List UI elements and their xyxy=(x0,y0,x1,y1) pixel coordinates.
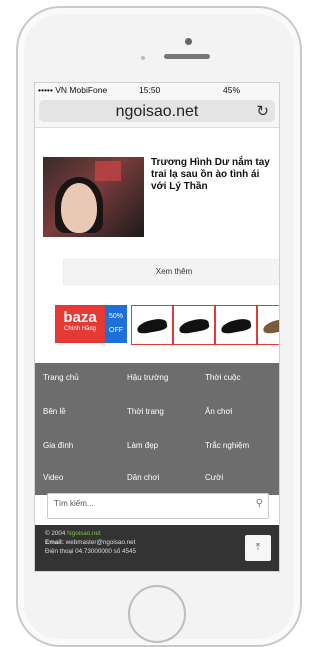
site-footer: © 2004 Ngoisao.net Email: webmaster@ngoi… xyxy=(35,525,279,571)
email-value[interactable]: webmaster@ngoisao.net xyxy=(66,539,136,546)
article-headline[interactable]: Trương Hình Dư nắm tay trai lạ sau ồn ào… xyxy=(151,157,275,193)
nav-item[interactable]: Bên lề xyxy=(43,407,66,416)
shoe-image xyxy=(173,305,215,345)
category-nav: Trang chủ Hậu trường Thời cuộc Bên lề Th… xyxy=(35,363,279,495)
article-thumbnail[interactable] xyxy=(43,157,144,237)
nav-item[interactable]: Trắc nghiệm xyxy=(205,441,249,450)
nav-item[interactable]: Video xyxy=(43,473,63,482)
nav-item[interactable]: Cười xyxy=(205,473,223,482)
nav-item[interactable]: Thời cuộc xyxy=(205,373,240,382)
proximity-sensor xyxy=(141,56,145,60)
nav-item[interactable]: Thời trang xyxy=(127,407,164,416)
home-button[interactable] xyxy=(128,585,186,643)
footer-site-link[interactable]: Ngoisao.net xyxy=(67,530,101,537)
earpiece-speaker xyxy=(164,54,210,59)
email-label: Email: xyxy=(45,539,64,546)
nav-item[interactable]: Ăn chơi xyxy=(205,407,232,416)
battery-percent: 45% xyxy=(223,85,241,95)
scroll-to-top-icon[interactable]: ⤒ xyxy=(245,535,271,561)
carrier-label: ••••• VN MobiFone xyxy=(38,85,108,95)
shoe-image xyxy=(257,305,279,345)
shoe-image xyxy=(215,305,257,345)
browser-toolbar: ngoisao.net ↻ xyxy=(35,97,279,128)
status-time: 15:50 xyxy=(139,85,161,95)
nav-item[interactable]: Làm đẹp xyxy=(127,441,158,450)
nav-item[interactable]: Dân chơi xyxy=(127,473,159,482)
copyright-text: © 2004 xyxy=(45,530,66,537)
status-bar: ••••• VN MobiFone 15:50 45% xyxy=(35,83,279,97)
search-box[interactable]: Tìm kiếm... ⚲ xyxy=(47,493,269,519)
shoe-image xyxy=(131,305,173,345)
nav-item[interactable]: Trang chủ xyxy=(43,373,79,382)
url-field[interactable]: ngoisao.net ↻ xyxy=(39,100,275,122)
ad-banner[interactable]: baza Chính Hãng 50% OFF xyxy=(55,305,279,345)
nav-item[interactable]: Hậu trường xyxy=(127,373,168,382)
baza-logo: baza Chính Hãng xyxy=(55,305,105,343)
url-text: ngoisao.net xyxy=(115,103,199,120)
nav-item[interactable]: Gia đình xyxy=(43,441,73,450)
reload-icon[interactable]: ↻ xyxy=(256,102,269,120)
search-icon[interactable]: ⚲ xyxy=(256,498,263,509)
article-card[interactable]: Trương Hình Dư nắm tay trai lạ sau ồn ào… xyxy=(43,157,273,239)
search-input[interactable]: Tìm kiếm... xyxy=(54,499,94,508)
front-camera xyxy=(185,38,192,45)
see-more-button[interactable]: Xem thêm xyxy=(63,259,279,285)
discount-badge: 50% OFF xyxy=(105,305,127,343)
phone-line: Điện thoại 04.73000000 số 4545 xyxy=(45,548,137,555)
phone-screen: ••••• VN MobiFone 15:50 45% ngoisao.net … xyxy=(34,82,280,572)
